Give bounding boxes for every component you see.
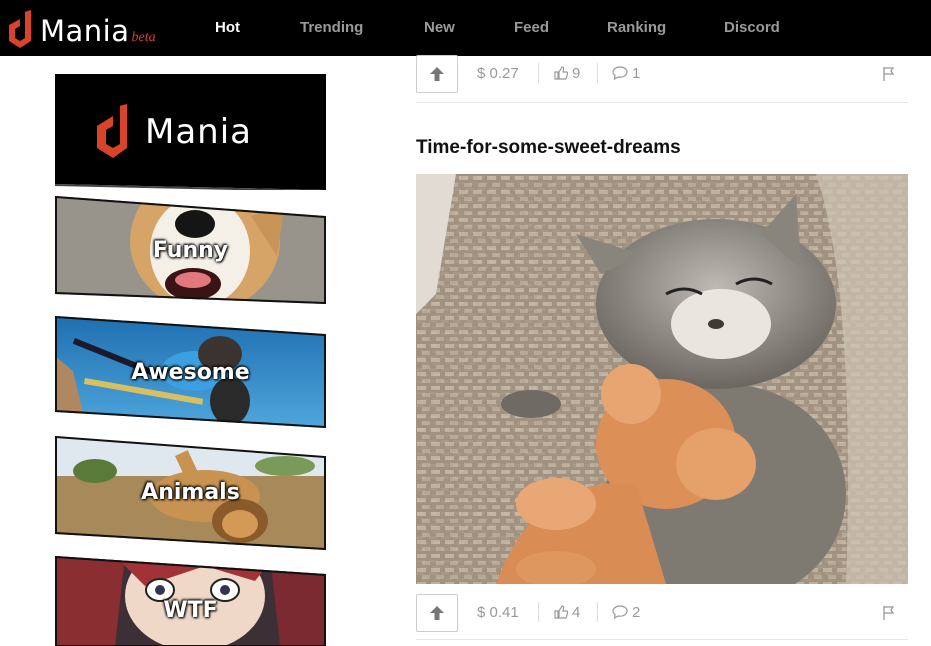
upvote-button[interactable]: [416, 594, 458, 632]
nav-hot[interactable]: Hot: [215, 0, 240, 56]
post-reward: $ 0.41: [477, 604, 519, 621]
brand-logo[interactable]: Mania beta: [6, 8, 156, 48]
post-action-bar: $ 0.27 9 1: [416, 55, 908, 103]
category-label-awesome: Awesome: [131, 360, 250, 385]
arrow-up-icon: [430, 606, 444, 620]
divider: [597, 602, 598, 622]
post-reward: $ 0.27: [477, 65, 519, 82]
like-button[interactable]: 4: [554, 603, 580, 623]
sidebar-logo-text: Mania: [145, 112, 252, 152]
post-title[interactable]: Time-for-some-sweet-dreams: [416, 137, 681, 159]
nav-trending[interactable]: Trending: [300, 0, 363, 56]
sidebar-logo-banner[interactable]: Mania: [55, 74, 326, 192]
divider: [538, 602, 539, 622]
comment-count: 1: [632, 65, 641, 82]
flag-icon: [883, 67, 895, 81]
arrow-up-icon: [430, 67, 444, 81]
comment-button[interactable]: 2: [612, 603, 640, 623]
category-card-awesome[interactable]: Awesome: [55, 316, 326, 428]
category-label-funny: Funny: [152, 238, 229, 263]
report-flag-button[interactable]: [882, 66, 898, 87]
sleeping-kitten-image: [416, 174, 908, 584]
post-image[interactable]: [416, 174, 908, 584]
nav-feed[interactable]: Feed: [514, 0, 549, 56]
comment-bubble-icon: [612, 66, 628, 81]
thumbs-up-icon: [554, 605, 569, 619]
divider: [538, 63, 539, 83]
top-navbar: Mania beta Hot Trending New Feed Ranking…: [0, 0, 931, 56]
comment-count: 2: [632, 604, 641, 621]
comment-button[interactable]: 1: [612, 64, 640, 84]
category-card-wtf[interactable]: WTF: [55, 556, 326, 646]
flag-icon: [883, 606, 895, 620]
mania-logo-icon: [9, 10, 31, 48]
divider: [597, 63, 598, 83]
category-card-animals[interactable]: Animals: [55, 436, 326, 550]
brand-beta-tag: beta: [131, 30, 156, 45]
nav-discord[interactable]: Discord: [724, 0, 780, 56]
category-label-wtf: WTF: [163, 598, 218, 623]
thumbs-up-icon: [554, 66, 569, 80]
nav-new[interactable]: New: [424, 0, 455, 56]
like-button[interactable]: 9: [554, 64, 580, 84]
like-count: 4: [572, 604, 581, 621]
report-flag-button[interactable]: [882, 605, 898, 626]
brand-name: Mania: [40, 14, 130, 48]
upvote-button[interactable]: [416, 55, 458, 93]
post-action-bar: $ 0.41 4 2: [416, 594, 908, 640]
comment-bubble-icon: [612, 605, 628, 620]
nav-ranking[interactable]: Ranking: [607, 0, 666, 56]
like-count: 9: [572, 65, 581, 82]
category-card-funny[interactable]: Funny: [55, 196, 326, 304]
category-label-animals: Animals: [141, 480, 240, 505]
